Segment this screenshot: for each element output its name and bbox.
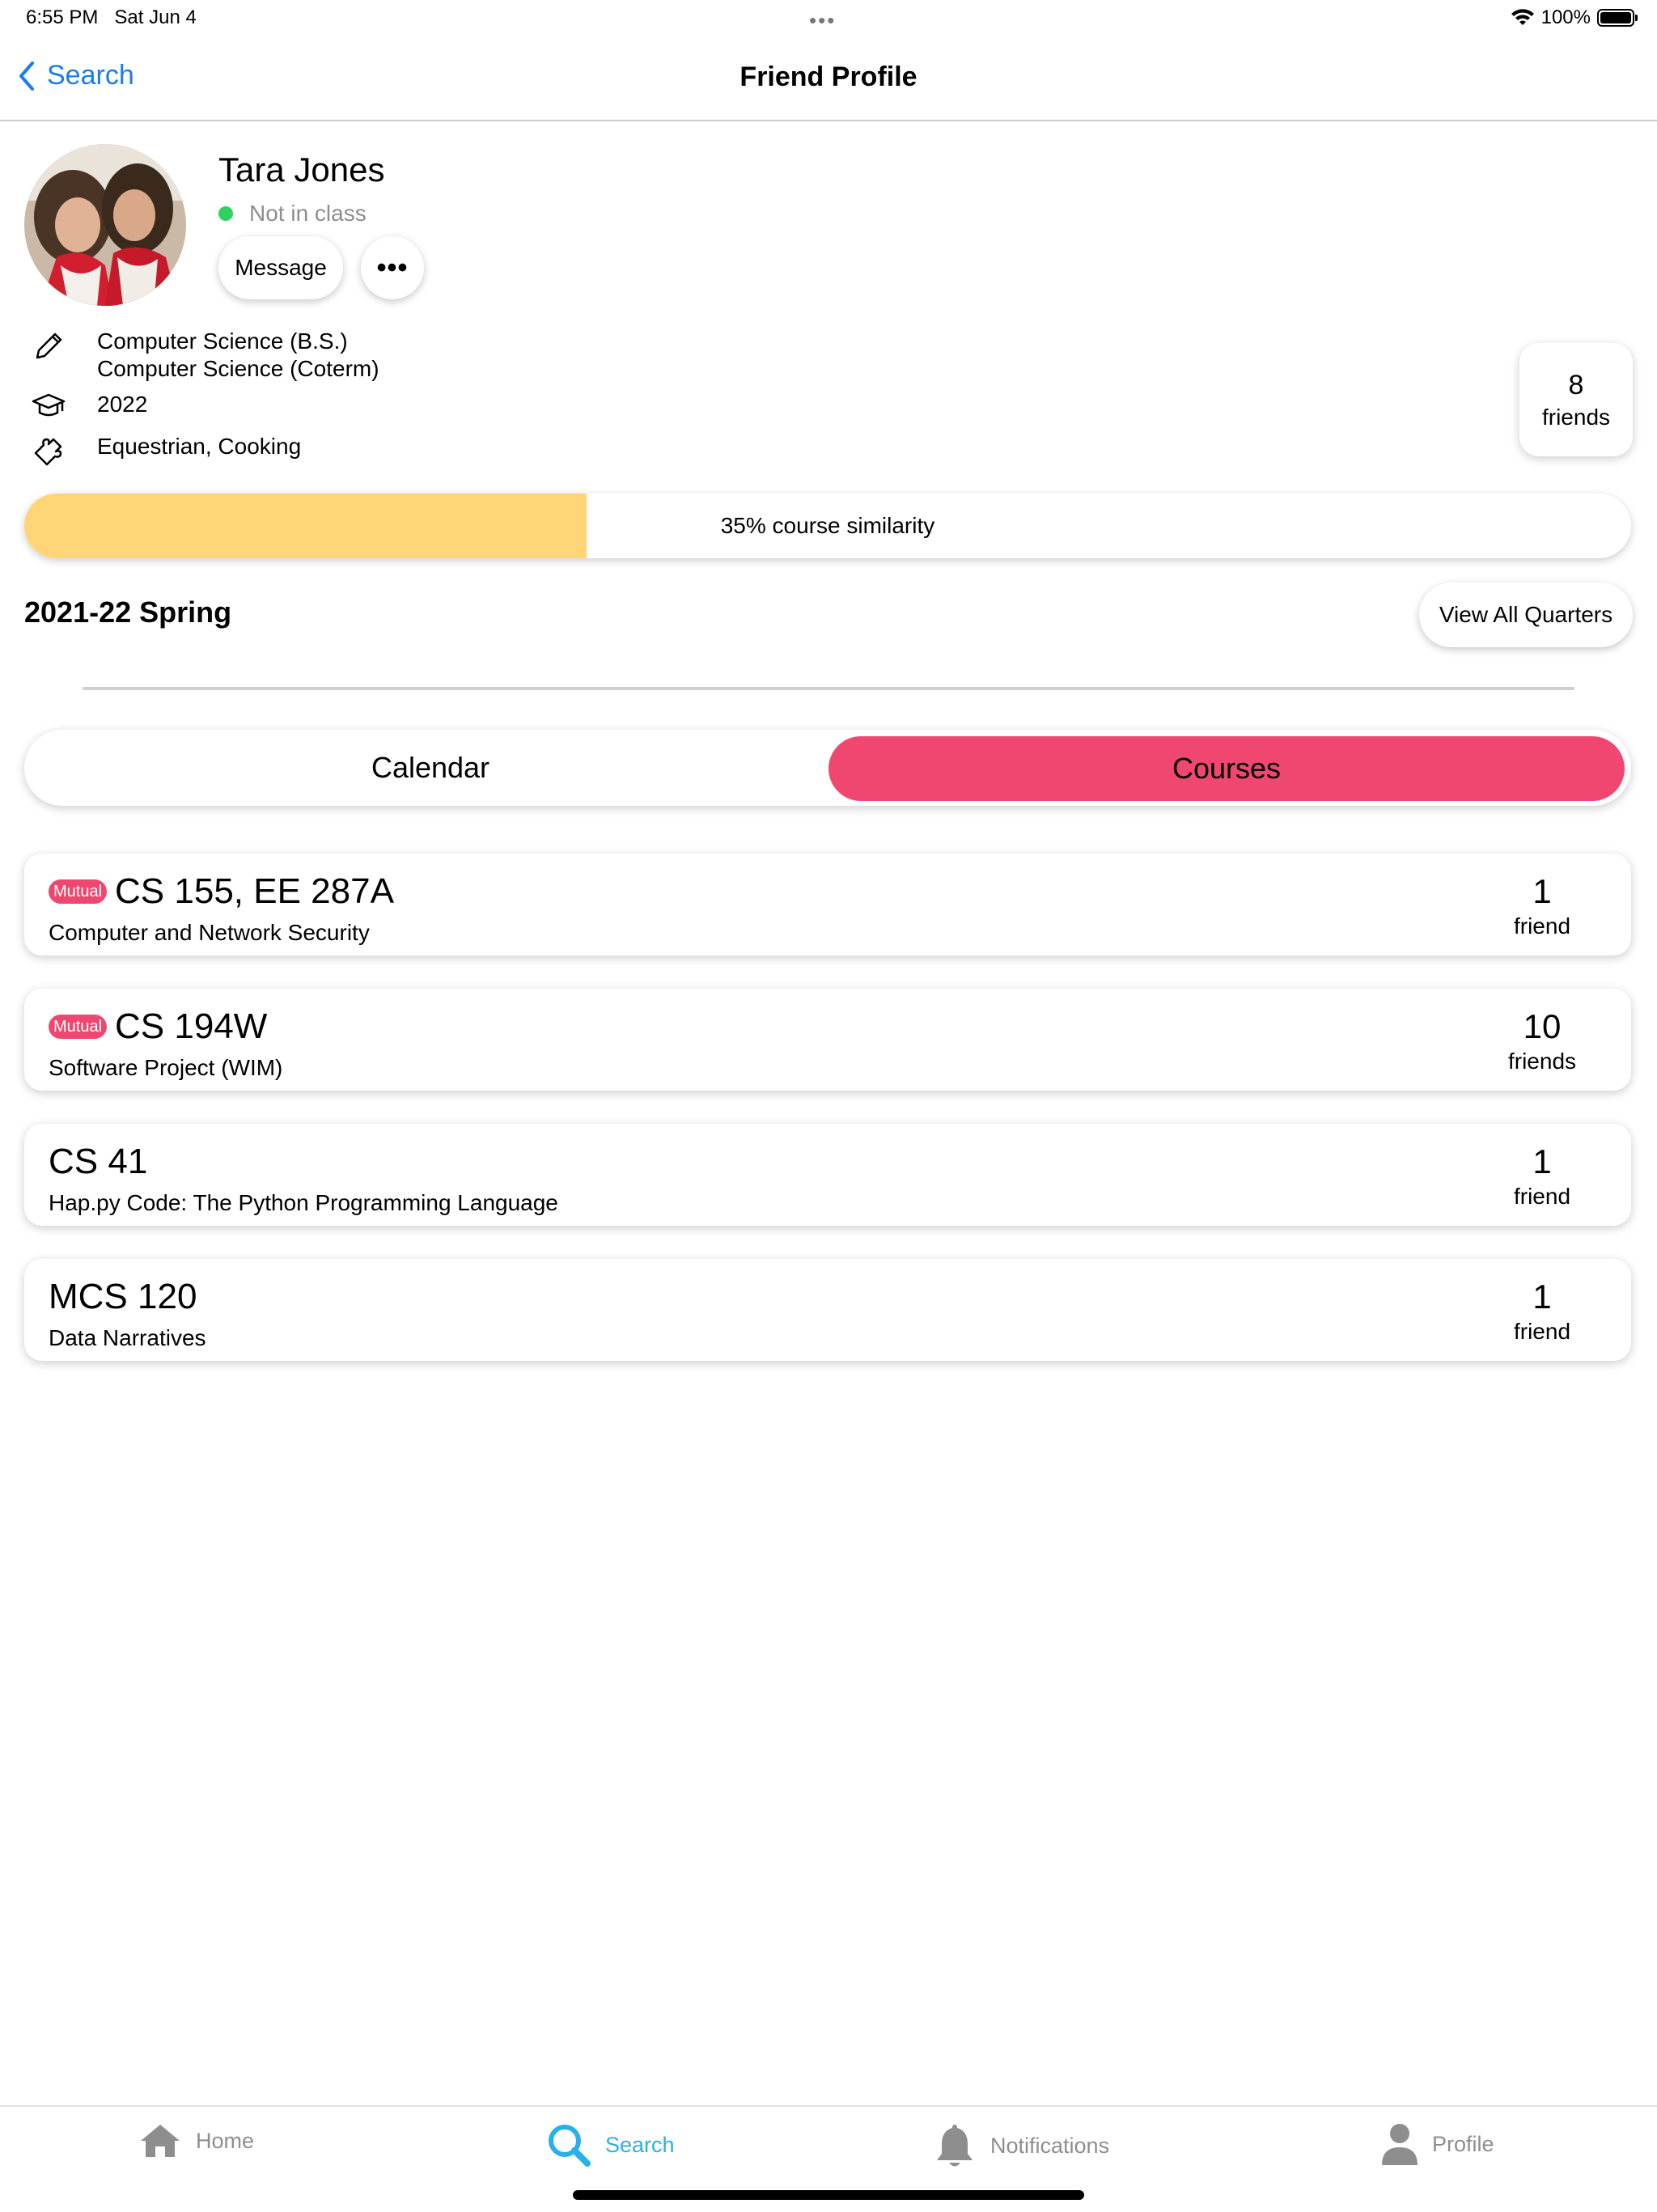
- tab-profile[interactable]: Profile: [1380, 2121, 1494, 2167]
- course-friend-label: friend: [1513, 1184, 1571, 1209]
- course-code: CS 155, EE 287A: [115, 871, 394, 911]
- course-friend-number: 1: [1532, 1278, 1552, 1316]
- course-friend-label: friend: [1513, 1319, 1571, 1344]
- major-primary: Computer Science (B.S.): [97, 328, 348, 354]
- interests: Equestrian, Cooking: [97, 434, 302, 459]
- message-button[interactable]: Message: [218, 236, 343, 299]
- course-title: Software Project (WIM): [49, 1055, 283, 1080]
- avatar: [24, 144, 186, 306]
- view-all-quarters-button[interactable]: View All Quarters: [1419, 583, 1633, 647]
- pencil-icon: [29, 328, 68, 364]
- year-row: 2022: [29, 392, 147, 421]
- course-title: Data Narratives: [49, 1325, 206, 1350]
- course-friend-label: friend: [1513, 913, 1571, 939]
- course-title: Computer and Network Security: [49, 920, 370, 945]
- friends-count-label: friends: [1541, 404, 1611, 430]
- status-date: Sat Jun 4: [114, 6, 197, 28]
- page-title: Friend Profile: [740, 61, 917, 92]
- tab-courses[interactable]: Courses: [828, 736, 1625, 801]
- interests-row: Equestrian, Cooking: [29, 434, 301, 469]
- online-dot-icon: [218, 206, 233, 221]
- course-friend-number: 10: [1523, 1007, 1562, 1045]
- tab-calendar[interactable]: Calendar: [24, 730, 837, 806]
- multitasking-dots[interactable]: •••: [809, 8, 836, 33]
- tab-home-label: Home: [196, 2128, 255, 2153]
- tab-notifications-label: Notifications: [990, 2133, 1110, 2158]
- course-card[interactable]: Mutual CS 155, EE 287A Computer and Netw…: [24, 854, 1631, 956]
- more-options-button[interactable]: •••: [361, 236, 424, 299]
- home-icon: [141, 2125, 180, 2157]
- puzzle-icon: [29, 434, 68, 469]
- tab-profile-label: Profile: [1432, 2131, 1494, 2156]
- tab-home[interactable]: Home: [138, 2121, 254, 2160]
- tab-notifications[interactable]: Notifications: [932, 2121, 1109, 2170]
- mutual-badge: Mutual: [49, 1015, 108, 1039]
- friends-count-card[interactable]: 8 friends: [1519, 343, 1633, 456]
- course-code: CS 41: [49, 1142, 148, 1181]
- battery-percent: 100%: [1540, 6, 1591, 28]
- course-card[interactable]: MCS 120 Data Narratives 1 friend: [24, 1259, 1631, 1361]
- graduation-year: 2022: [97, 392, 148, 417]
- wifi-icon: [1511, 9, 1534, 25]
- course-code: CS 194W: [115, 1006, 268, 1046]
- divider: [83, 687, 1574, 690]
- majors-row: Computer Science (B.S.) Computer Science…: [29, 328, 379, 382]
- home-indicator[interactable]: [573, 2190, 1084, 2200]
- search-icon: [549, 2125, 591, 2167]
- status-time-date: 6:55 PM Sat Jun 4: [26, 6, 197, 29]
- tab-search[interactable]: Search: [545, 2121, 675, 2168]
- course-friend-number: 1: [1532, 872, 1552, 910]
- course-card[interactable]: Mutual CS 194W Software Project (WIM) 10…: [24, 989, 1631, 1091]
- battery-icon: [1597, 9, 1638, 27]
- course-friend-number: 1: [1532, 1142, 1552, 1180]
- course-friend-label: friends: [1507, 1049, 1577, 1074]
- presence-status: Not in class: [218, 201, 367, 227]
- course-code: MCS 120: [49, 1277, 197, 1316]
- quarter-title: 2021-22 Spring: [24, 595, 232, 629]
- status-time: 6:55 PM: [26, 6, 99, 28]
- graduation-cap-icon: [29, 392, 68, 421]
- presence-label: Not in class: [249, 201, 367, 226]
- course-similarity-bar: 35% course similarity: [24, 494, 1631, 558]
- friends-count: 8: [1568, 369, 1584, 400]
- course-friend-count: 10 friends: [1494, 1006, 1591, 1074]
- mutual-badge: Mutual: [49, 879, 108, 904]
- course-card[interactable]: CS 41 Hap.py Code: The Python Programmin…: [24, 1124, 1631, 1226]
- status-right: 100%: [1511, 6, 1638, 29]
- major-secondary: Computer Science (Coterm): [97, 356, 379, 381]
- person-icon: [1382, 2124, 1418, 2165]
- tab-search-label: Search: [605, 2132, 675, 2157]
- course-friend-count: 1 friend: [1494, 1277, 1591, 1345]
- bell-icon: [937, 2125, 973, 2167]
- profile-name: Tara Jones: [218, 150, 385, 189]
- course-title: Hap.py Code: The Python Programming Lang…: [49, 1190, 558, 1215]
- similarity-label: 35% course similarity: [720, 513, 935, 538]
- course-friend-count: 1 friend: [1494, 1142, 1591, 1210]
- course-friend-count: 1 friend: [1494, 871, 1591, 939]
